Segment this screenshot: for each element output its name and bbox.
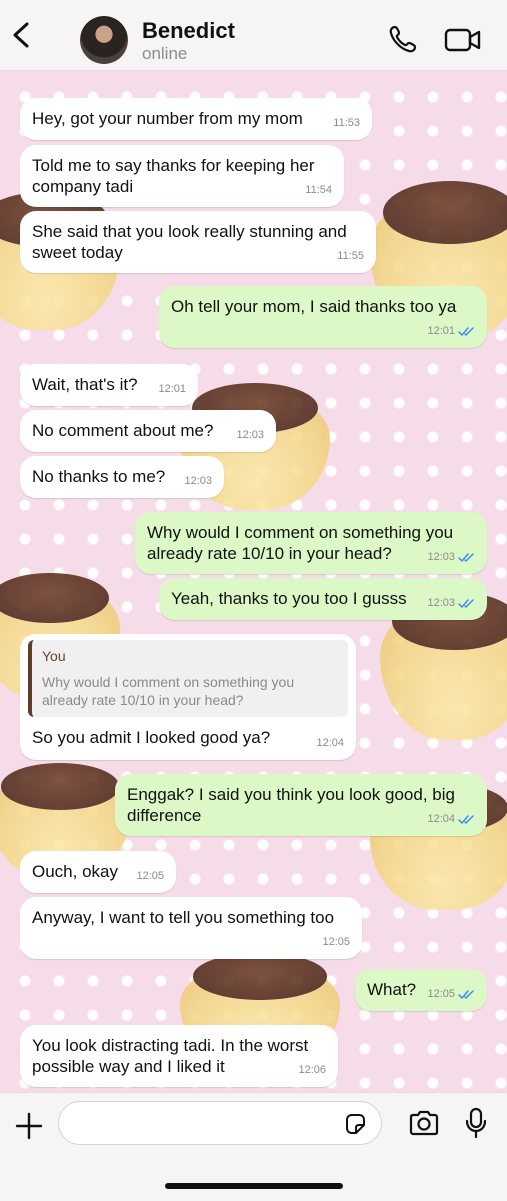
message-text: No comment about me? bbox=[32, 421, 214, 440]
sticker-icon[interactable] bbox=[343, 1112, 367, 1136]
message-text: Told me to say thanks for keeping her co… bbox=[32, 156, 315, 196]
message-time: 12:03 bbox=[427, 551, 455, 563]
home-indicator bbox=[165, 1183, 343, 1189]
message-outgoing[interactable]: Why would I comment on something you alr… bbox=[135, 512, 487, 574]
message-incoming[interactable]: She said that you look really stunning a… bbox=[20, 211, 376, 273]
contact-name[interactable]: Benedict bbox=[142, 18, 235, 44]
message-text: Hey, got your number from my mom bbox=[32, 109, 303, 128]
microphone-icon[interactable] bbox=[464, 1107, 488, 1139]
message-incoming-reply[interactable]: You Why would I comment on something you… bbox=[20, 634, 356, 760]
message-time: 12:05 bbox=[427, 988, 455, 1000]
plus-icon[interactable] bbox=[14, 1111, 44, 1141]
message-text: She said that you look really stunning a… bbox=[32, 222, 347, 262]
message-time: 11:53 bbox=[333, 117, 360, 129]
message-incoming[interactable]: You look distracting tadi. In the worst … bbox=[20, 1025, 338, 1087]
contact-status: online bbox=[142, 44, 188, 63]
double-check-icon bbox=[458, 815, 474, 824]
message-text: So you admit I looked good ya? bbox=[32, 728, 271, 747]
message-time: 12:06 bbox=[298, 1064, 326, 1076]
quoted-message[interactable]: You Why would I comment on something you… bbox=[28, 640, 348, 717]
double-check-icon bbox=[458, 990, 474, 999]
message-incoming[interactable]: Wait, that's it? 12:01 bbox=[20, 364, 198, 406]
message-text: Oh tell your mom, I said thanks too ya bbox=[171, 297, 457, 316]
message-time: 12:04 bbox=[427, 813, 455, 825]
quoted-author: You bbox=[42, 648, 66, 664]
message-time: 12:05 bbox=[136, 870, 164, 882]
double-check-icon bbox=[458, 553, 474, 562]
double-check-icon bbox=[458, 599, 474, 608]
camera-icon[interactable] bbox=[408, 1109, 440, 1137]
message-incoming[interactable]: No comment about me? 12:03 bbox=[20, 410, 276, 452]
message-time: 12:01 bbox=[158, 383, 186, 395]
quoted-text: Why would I comment on something you alr… bbox=[42, 674, 295, 708]
message-text: Why would I comment on something you alr… bbox=[147, 523, 454, 563]
video-camera-icon[interactable] bbox=[444, 26, 482, 54]
message-time: 11:54 bbox=[305, 184, 332, 196]
message-outgoing[interactable]: Yeah, thanks to you too I gusss 12:03 bbox=[159, 578, 487, 620]
message-outgoing[interactable]: What? 12:05 bbox=[355, 969, 487, 1011]
message-incoming[interactable]: Anyway, I want to tell you something too… bbox=[20, 897, 362, 959]
message-incoming[interactable]: Told me to say thanks for keeping her co… bbox=[20, 145, 344, 207]
message-incoming[interactable]: No thanks to me? 12:03 bbox=[20, 456, 224, 498]
avatar[interactable] bbox=[80, 16, 128, 64]
message-time: 12:04 bbox=[316, 737, 344, 749]
phone-icon[interactable] bbox=[388, 24, 418, 54]
message-text: Anyway, I want to tell you something too bbox=[32, 908, 335, 927]
message-text: You look distracting tadi. In the worst … bbox=[32, 1036, 309, 1076]
message-time: 12:03 bbox=[427, 597, 455, 609]
message-outgoing[interactable]: Oh tell your mom, I said thanks too ya 1… bbox=[159, 286, 487, 348]
message-incoming[interactable]: Hey, got your number from my mom 11:53 bbox=[20, 98, 372, 140]
message-text: Enggak? I said you think you look good, … bbox=[127, 785, 455, 825]
message-composer bbox=[0, 1092, 507, 1201]
message-incoming[interactable]: Ouch, okay 12:05 bbox=[20, 851, 176, 893]
back-chevron-icon[interactable] bbox=[10, 22, 34, 48]
message-time: 12:05 bbox=[322, 936, 350, 948]
message-time: 12:03 bbox=[184, 475, 212, 487]
message-time: 11:55 bbox=[337, 250, 364, 262]
message-outgoing[interactable]: Enggak? I said you think you look good, … bbox=[115, 774, 487, 836]
message-time: 12:03 bbox=[236, 429, 264, 441]
message-input[interactable] bbox=[58, 1101, 382, 1145]
message-time: 12:01 bbox=[427, 325, 455, 337]
double-check-icon bbox=[458, 327, 474, 336]
chat-header: Benedict online bbox=[0, 0, 507, 71]
